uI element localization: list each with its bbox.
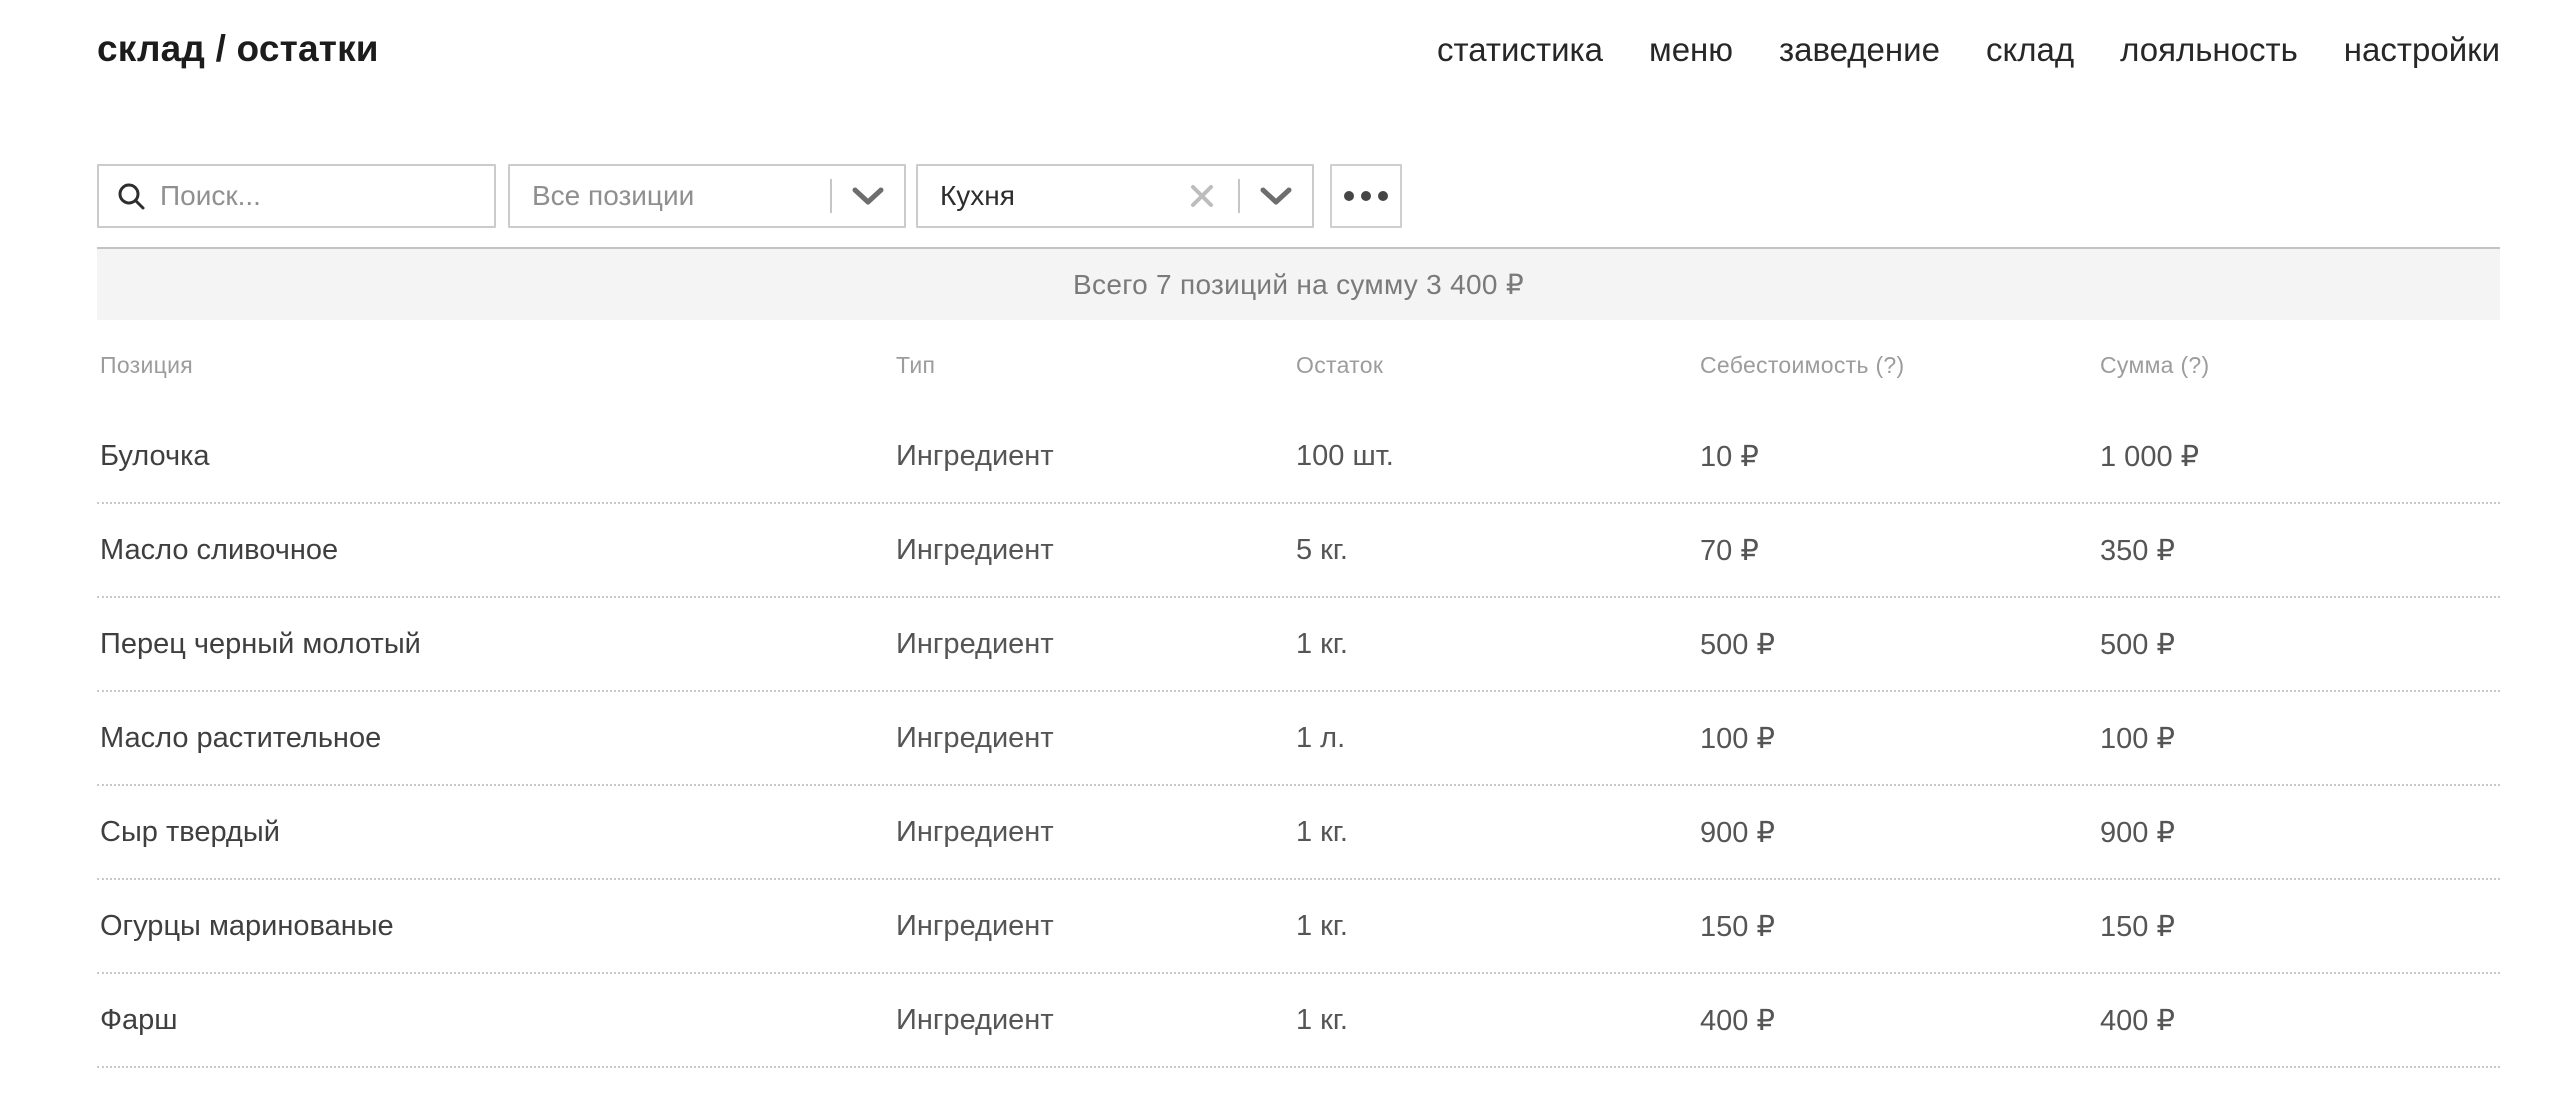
cell-position: Перец черный молотый — [97, 628, 893, 661]
summary-text: Всего 7 позиций на сумму 3 400 ₽ — [1073, 268, 1524, 301]
cell-position: Булочка — [97, 440, 893, 473]
more-options-button[interactable] — [1330, 164, 1402, 228]
cell-cost: 900 ₽ — [1697, 815, 2097, 850]
cell-sum: 1 000 ₽ — [2097, 439, 2500, 474]
cell-position: Сыр твердый — [97, 816, 893, 849]
table-row[interactable]: Перец черный молотый Ингредиент 1 кг. 50… — [97, 598, 2500, 692]
nav-item-venue[interactable]: заведение — [1779, 31, 1940, 69]
cell-sum: 350 ₽ — [2097, 533, 2500, 568]
summary-bar: Всего 7 позиций на сумму 3 400 ₽ — [97, 247, 2500, 320]
ellipsis-icon — [1361, 191, 1371, 201]
cell-cost: 10 ₽ — [1697, 439, 2097, 474]
table-row[interactable]: Фарш Ингредиент 1 кг. 400 ₽ 400 ₽ — [97, 974, 2500, 1068]
cell-sum: 400 ₽ — [2097, 1003, 2500, 1038]
cell-type: Ингредиент — [893, 1004, 1293, 1037]
cell-cost: 400 ₽ — [1697, 1003, 2097, 1038]
search-box[interactable] — [97, 164, 496, 228]
table-row[interactable]: Булочка Ингредиент 100 шт. 10 ₽ 1 000 ₽ — [97, 410, 2500, 504]
cell-sum: 150 ₽ — [2097, 909, 2500, 944]
column-header-stock: Остаток — [1293, 352, 1697, 379]
column-header-position: Позиция — [97, 352, 893, 379]
cell-stock: 1 кг. — [1293, 1004, 1697, 1037]
cell-stock: 1 л. — [1293, 722, 1697, 755]
cell-stock: 5 кг. — [1293, 534, 1697, 567]
main-nav: статистика меню заведение склад лояльнос… — [1437, 31, 2500, 69]
nav-item-warehouse[interactable]: склад — [1986, 31, 2074, 69]
cell-type: Ингредиент — [893, 722, 1293, 755]
cell-type: Ингредиент — [893, 440, 1293, 473]
cell-sum: 500 ₽ — [2097, 627, 2500, 662]
nav-item-menu[interactable]: меню — [1649, 31, 1733, 69]
ellipsis-icon — [1378, 191, 1388, 201]
chevron-down-icon[interactable] — [832, 186, 904, 206]
cell-sum: 100 ₽ — [2097, 721, 2500, 756]
column-header-cost: Себестоимость (?) — [1697, 352, 2097, 379]
chevron-down-icon[interactable] — [1240, 186, 1312, 206]
cell-type: Ингредиент — [893, 910, 1293, 943]
table-row[interactable]: Масло сливочное Ингредиент 5 кг. 70 ₽ 35… — [97, 504, 2500, 598]
cell-cost: 150 ₽ — [1697, 909, 2097, 944]
storage-select[interactable]: Кухня — [916, 164, 1314, 228]
clear-x-icon[interactable] — [1180, 183, 1224, 209]
search-icon — [116, 181, 146, 211]
cell-stock: 100 шт. — [1293, 440, 1697, 473]
cell-stock: 1 кг. — [1293, 816, 1697, 849]
search-input[interactable] — [146, 166, 494, 226]
column-header-sum: Сумма (?) — [2097, 352, 2500, 379]
column-header-type: Тип — [893, 352, 1293, 379]
cell-cost: 70 ₽ — [1697, 533, 2097, 568]
cell-position: Огурцы маринованые — [97, 910, 893, 943]
page-title: склад / остатки — [97, 28, 379, 70]
cell-stock: 1 кг. — [1293, 910, 1697, 943]
cell-position: Масло растительное — [97, 722, 893, 755]
top-bar: склад / остатки статистика меню заведени… — [97, 28, 2500, 70]
position-type-select-value: Все позиции — [510, 180, 830, 212]
cell-position: Масло сливочное — [97, 534, 893, 567]
cell-type: Ингредиент — [893, 534, 1293, 567]
table-row[interactable]: Сыр твердый Ингредиент 1 кг. 900 ₽ 900 ₽ — [97, 786, 2500, 880]
ellipsis-icon — [1344, 191, 1354, 201]
table-body: Булочка Ингредиент 100 шт. 10 ₽ 1 000 ₽ … — [97, 410, 2500, 1068]
nav-item-settings[interactable]: настройки — [2344, 31, 2500, 69]
filter-bar: Все позиции Кухня — [97, 164, 1402, 228]
cell-cost: 100 ₽ — [1697, 721, 2097, 756]
cell-type: Ингредиент — [893, 816, 1293, 849]
storage-select-value: Кухня — [918, 180, 1180, 212]
cell-cost: 500 ₽ — [1697, 627, 2097, 662]
nav-item-statistics[interactable]: статистика — [1437, 31, 1603, 69]
cell-type: Ингредиент — [893, 628, 1293, 661]
table-header: Позиция Тип Остаток Себестоимость (?) Су… — [97, 320, 2500, 410]
table-row[interactable]: Огурцы маринованые Ингредиент 1 кг. 150 … — [97, 880, 2500, 974]
cell-stock: 1 кг. — [1293, 628, 1697, 661]
cell-sum: 900 ₽ — [2097, 815, 2500, 850]
table-row[interactable]: Масло растительное Ингредиент 1 л. 100 ₽… — [97, 692, 2500, 786]
position-type-select[interactable]: Все позиции — [508, 164, 906, 228]
nav-item-loyalty[interactable]: лояльность — [2120, 31, 2298, 69]
cell-position: Фарш — [97, 1004, 893, 1037]
